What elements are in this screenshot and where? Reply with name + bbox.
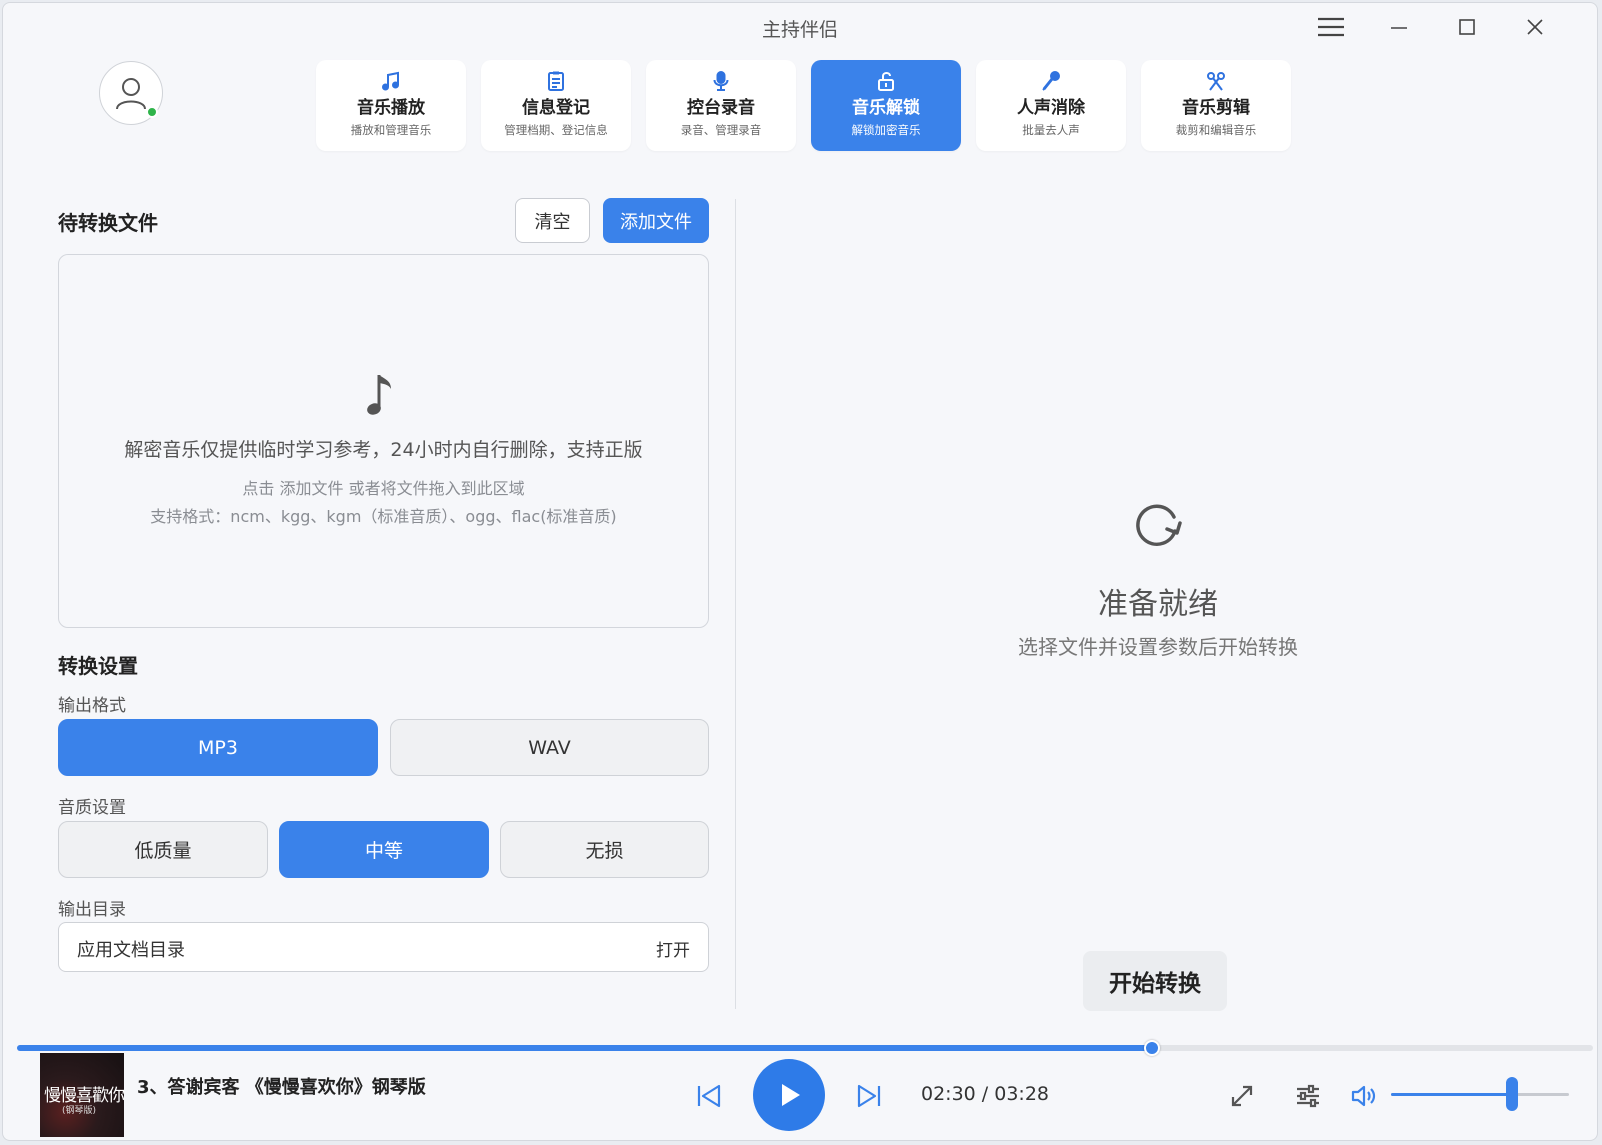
sliders-icon bbox=[1297, 1084, 1319, 1108]
clipboard-icon bbox=[548, 71, 564, 91]
volume-handle[interactable] bbox=[1506, 1077, 1519, 1111]
nav-music-unlock[interactable]: 音乐解锁 解锁加密音乐 bbox=[811, 60, 961, 151]
music-note-icon bbox=[382, 71, 399, 91]
nav-label: 信息登记 bbox=[522, 98, 590, 118]
nav-sub: 录音、管理录音 bbox=[680, 123, 762, 137]
clear-button[interactable]: 清空 bbox=[515, 198, 590, 243]
main-nav: 音乐播放 播放和管理音乐 信息登记 管理档期、登记信息 控台录音 录音、管理录音… bbox=[316, 60, 1291, 151]
play-button[interactable] bbox=[753, 1059, 825, 1131]
mic-remove-icon bbox=[1042, 71, 1060, 91]
nav-sub: 解锁加密音乐 bbox=[851, 123, 921, 137]
app-title: 主持伴侣 bbox=[761, 19, 838, 41]
open-dir-button[interactable]: 打开 bbox=[656, 936, 690, 961]
status-subtitle: 选择文件并设置参数后开始转换 bbox=[1018, 635, 1298, 659]
track-title: 3、答谢宾客 《慢慢喜欢你》钢琴版 bbox=[137, 1077, 426, 1098]
nav-music-edit[interactable]: 音乐剪辑 裁剪和编辑音乐 bbox=[1141, 60, 1291, 151]
nav-info-register[interactable]: 信息登记 管理档期、登记信息 bbox=[481, 60, 631, 151]
music-note-icon bbox=[367, 375, 391, 415]
nav-sub: 批量去人声 bbox=[1022, 123, 1080, 137]
quality-option-lossless[interactable]: 无损 bbox=[500, 821, 709, 878]
title-bar: 主持伴侣 bbox=[3, 3, 1597, 49]
nav-label: 音乐剪辑 bbox=[1182, 98, 1250, 118]
panel-divider bbox=[735, 199, 736, 1009]
nav-label: 音乐播放 bbox=[357, 98, 425, 118]
start-convert-button[interactable]: 开始转换 bbox=[1083, 951, 1227, 1011]
nav-label: 控台录音 bbox=[687, 98, 755, 118]
nav-label: 人声消除 bbox=[1017, 98, 1085, 118]
dropzone-hint: 点击 添加文件 或者将文件拖入到此区域 bbox=[242, 479, 525, 498]
volume-slider[interactable] bbox=[1391, 1077, 1569, 1111]
playback-progress-handle[interactable] bbox=[1143, 1040, 1160, 1056]
nav-music-play[interactable]: 音乐播放 播放和管理音乐 bbox=[316, 60, 466, 151]
add-file-button[interactable]: 添加文件 bbox=[603, 198, 709, 243]
playback-progress-fill bbox=[17, 1045, 1152, 1051]
play-icon bbox=[782, 1084, 800, 1106]
expand-icon bbox=[1231, 1085, 1253, 1107]
maximize-button[interactable] bbox=[1447, 11, 1487, 43]
quality-label: 音质设置 bbox=[58, 798, 126, 818]
user-icon bbox=[116, 78, 146, 110]
format-option-wav[interactable]: WAV bbox=[390, 719, 709, 776]
status-title: 准备就绪 bbox=[1098, 587, 1218, 622]
format-option-mp3[interactable]: MP3 bbox=[58, 719, 378, 776]
nav-label: 音乐解锁 bbox=[852, 98, 920, 118]
disclaimer-text: 解密音乐仅提供临时学习参考，24小时内自行删除，支持正版 bbox=[124, 439, 643, 461]
hamburger-menu-icon bbox=[1318, 17, 1344, 37]
file-dropzone[interactable]: 解密音乐仅提供临时学习参考，24小时内自行删除，支持正版 点击 添加文件 或者将… bbox=[58, 254, 709, 628]
settings-section-title: 转换设置 bbox=[58, 654, 138, 678]
output-dir-label: 输出目录 bbox=[58, 900, 126, 920]
playback-progress-bar[interactable] bbox=[17, 1040, 1593, 1056]
refresh-icon bbox=[1136, 504, 1182, 546]
fullscreen-button[interactable] bbox=[1225, 1079, 1259, 1113]
app-window: 主持伴侣 音乐播放 播放和管理音乐 信息登记 管理档期、登记信息 控台录音 录音… bbox=[2, 2, 1598, 1141]
volume-icon bbox=[1351, 1085, 1376, 1107]
avatar[interactable] bbox=[99, 61, 163, 125]
microphone-icon bbox=[713, 71, 729, 91]
quality-option-low[interactable]: 低质量 bbox=[58, 821, 268, 878]
minimize-icon bbox=[1391, 27, 1407, 29]
album-cover: 慢慢喜歡你 (钢琴版) bbox=[40, 1053, 124, 1137]
cover-subtitle: (钢琴版) bbox=[62, 1106, 97, 1116]
nav-console-record[interactable]: 控台录音 录音、管理录音 bbox=[646, 60, 796, 151]
nav-sub: 裁剪和编辑音乐 bbox=[1175, 123, 1257, 137]
volume-button[interactable] bbox=[1347, 1079, 1381, 1113]
minimize-button[interactable] bbox=[1379, 11, 1419, 43]
nav-sub: 播放和管理音乐 bbox=[350, 123, 432, 137]
menu-button[interactable] bbox=[1311, 11, 1351, 43]
skip-previous-icon bbox=[697, 1084, 721, 1108]
output-format-label: 输出格式 bbox=[58, 696, 126, 716]
nav-sub: 管理档期、登记信息 bbox=[504, 123, 608, 137]
quality-option-medium[interactable]: 中等 bbox=[279, 821, 489, 878]
volume-fill bbox=[1391, 1093, 1513, 1096]
nav-vocal-remove[interactable]: 人声消除 批量去人声 bbox=[976, 60, 1126, 151]
output-dir-value: 应用文档目录 bbox=[77, 940, 185, 961]
scissors-icon bbox=[1207, 72, 1225, 91]
playback-time: 02:30 / 03:28 bbox=[921, 1083, 1049, 1105]
next-track-button[interactable] bbox=[851, 1079, 887, 1113]
supported-formats: 支持格式：ncm、kgg、kgm（标准音质）、ogg、flac(标准音质) bbox=[150, 507, 617, 526]
output-dir-field[interactable]: 应用文档目录 打开 bbox=[58, 922, 709, 972]
unlock-icon bbox=[878, 72, 894, 91]
equalizer-button[interactable] bbox=[1291, 1079, 1325, 1113]
maximize-icon bbox=[1459, 19, 1475, 35]
close-icon bbox=[1527, 19, 1543, 35]
files-section-title: 待转换文件 bbox=[58, 211, 158, 235]
online-status-dot bbox=[146, 106, 158, 118]
previous-track-button[interactable] bbox=[691, 1079, 727, 1113]
skip-next-icon bbox=[857, 1084, 881, 1108]
close-button[interactable] bbox=[1515, 11, 1555, 43]
